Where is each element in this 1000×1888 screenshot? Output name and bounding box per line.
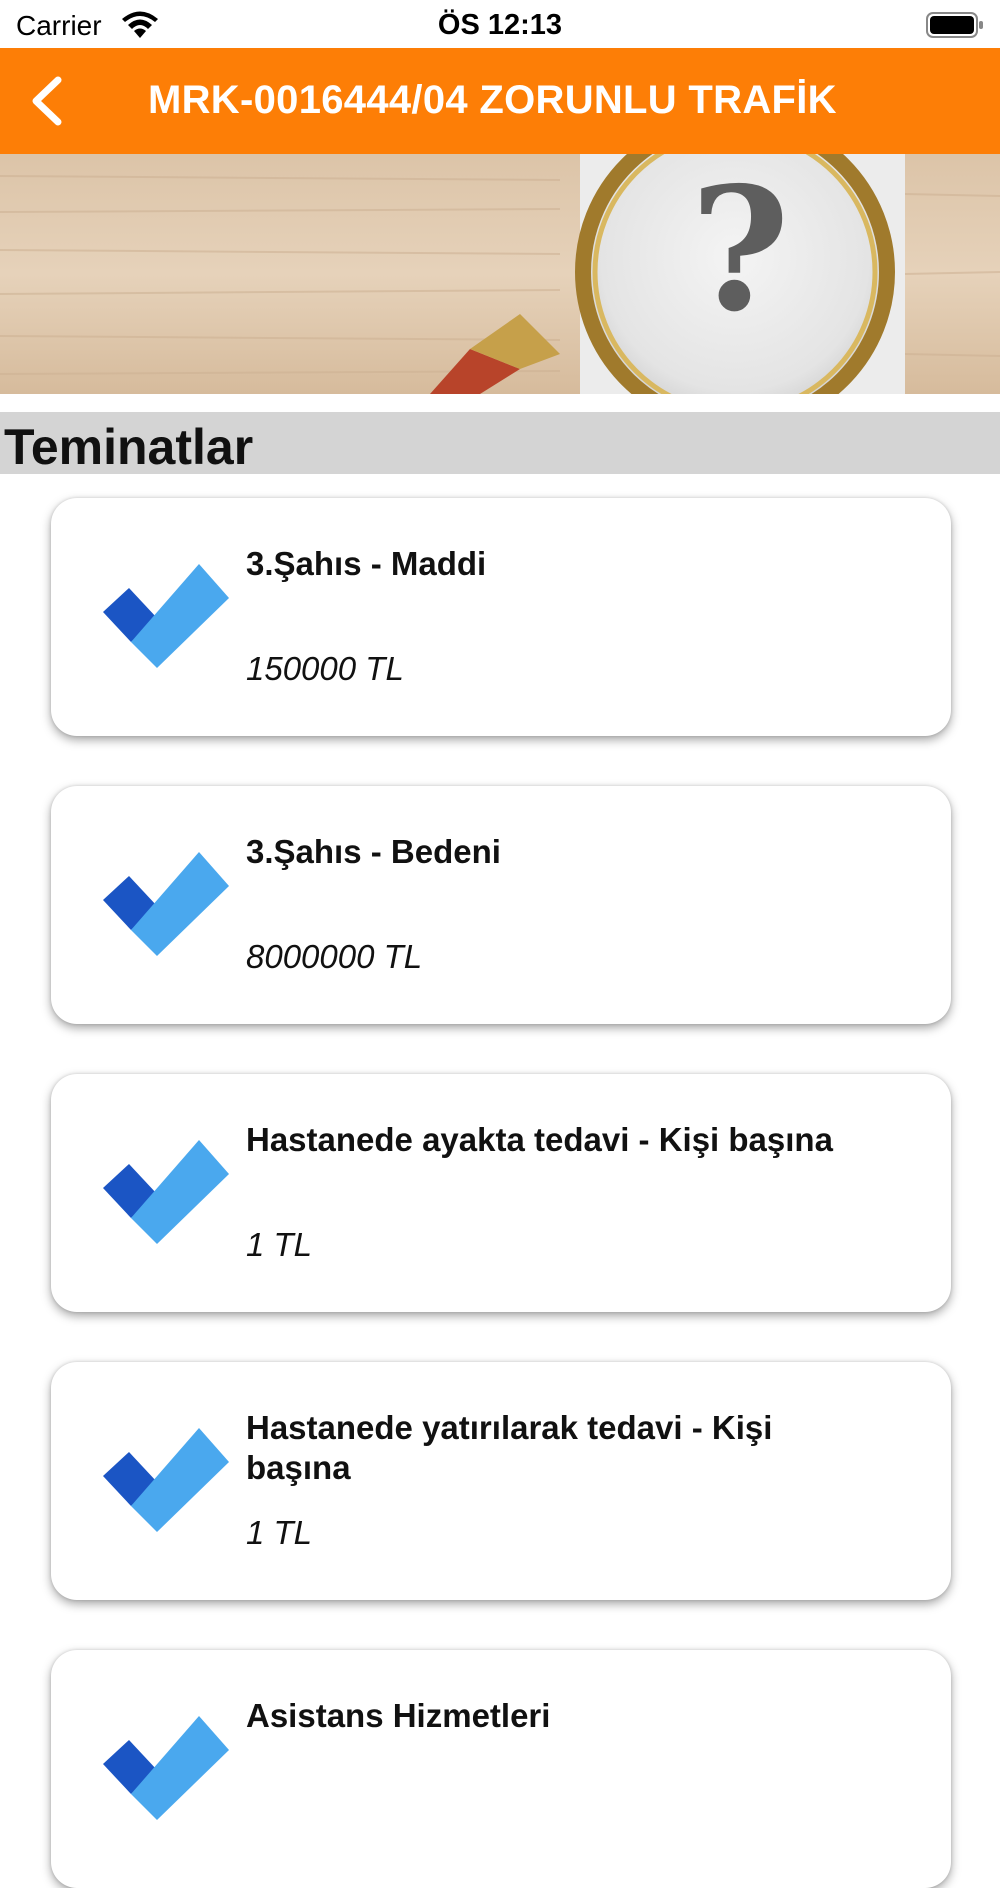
magnifier-question-mark-icon: ? (0, 154, 1000, 394)
section-title: Teminatlar (4, 419, 254, 475)
status-time: ÖS 12:13 (437, 9, 563, 41)
coverage-name: Asistans Hizmetleri (246, 1697, 551, 1734)
checkmark-icon (103, 1428, 229, 1532)
coverage-card[interactable]: 3.Şahıs - Maddi 150000 TL (51, 498, 951, 736)
coverage-card[interactable]: Asistans Hizmetleri (51, 1650, 951, 1888)
coverage-amount: 1 TL (246, 1514, 313, 1551)
coverage-amount: 150000 TL (246, 650, 404, 687)
nav-bar: MRK-0016444/04 ZORUNLU TRAFİK (0, 48, 1000, 154)
checkmark-icon (103, 1716, 229, 1820)
coverage-card[interactable]: Hastanede yatırılarak tedavi - Kişi başı… (51, 1362, 951, 1600)
coverage-name: Hastanede ayakta tedavi - Kişi başına (246, 1121, 833, 1158)
checkmark-icon (103, 852, 229, 956)
coverage-amount: 1 TL (246, 1226, 313, 1263)
status-bar: Carrier ÖS 12:13 (0, 0, 1000, 48)
banner-image: ? (0, 154, 1000, 394)
battery-icon (926, 12, 983, 38)
coverage-amount: 8000000 TL (246, 938, 423, 975)
coverage-name: 3.Şahıs - Maddi (246, 545, 487, 582)
section-header: Teminatlar (0, 412, 1000, 475)
checkmark-icon (103, 1140, 229, 1244)
coverage-card[interactable]: 3.Şahıs - Bedeni 8000000 TL (51, 786, 951, 1024)
coverage-name: Hastanede yatırılarak tedavi - Kişi başı… (246, 1409, 773, 1486)
coverage-card[interactable]: Hastanede ayakta tedavi - Kişi başına 1 … (51, 1074, 951, 1312)
back-button[interactable] (22, 70, 82, 132)
svg-text:?: ? (690, 154, 790, 350)
checkmark-icon (103, 564, 229, 668)
page-title: MRK-0016444/04 ZORUNLU TRAFİK (148, 78, 837, 122)
coverage-name: 3.Şahıs - Bedeni (246, 833, 501, 870)
